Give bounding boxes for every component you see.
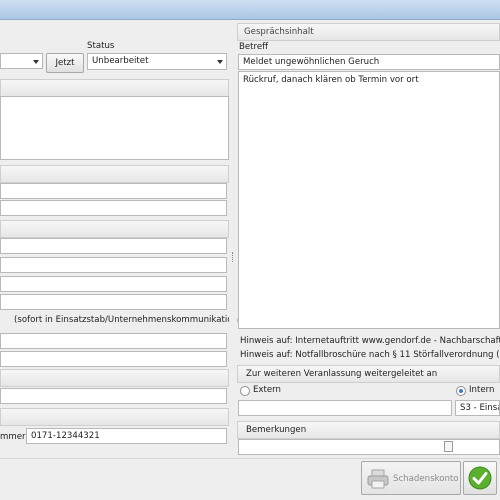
- radio-intern[interactable]: [456, 386, 466, 396]
- panel-header-2: [0, 165, 229, 183]
- field-3b[interactable]: [0, 257, 227, 273]
- remarks-input[interactable]: [238, 439, 500, 455]
- window-titlebar: [0, 0, 500, 20]
- radio-extern-label: Extern: [253, 385, 282, 395]
- intern-select-value: S3 - Einsat: [460, 403, 499, 413]
- radio-extern[interactable]: [240, 386, 250, 396]
- field-4a[interactable]: [0, 333, 227, 349]
- status-select[interactable]: Unbearbeitet: [87, 53, 227, 70]
- section-title: Gesprächsinhalt: [244, 27, 314, 37]
- content-text: Rückruf, danach klären ob Termin vor ort: [243, 75, 419, 85]
- panel-header-6: [0, 408, 229, 426]
- hint-notfallbroschuere: Hinweis auf: Notfallbroschüre nach § 11 …: [240, 350, 500, 360]
- status-label: Status: [87, 41, 115, 51]
- forward-header: Zur weiteren Veranlassung weitergeleitet…: [237, 365, 500, 383]
- phone-value: 0171-12344321: [31, 431, 100, 441]
- phone-label: mmer: [0, 432, 26, 442]
- text-cursor-icon: [444, 441, 453, 452]
- einsatzstab-hint: (sofort in Einsatzstab/Unternehmenskommu…: [14, 315, 242, 325]
- field-2a[interactable]: [0, 183, 227, 199]
- remarks-header: Bemerkungen: [237, 421, 500, 439]
- schadenskonto-button[interactable]: Schadenskonto: [361, 461, 461, 495]
- betreff-input[interactable]: Meldet ungewöhnlichen Geruch: [238, 54, 500, 70]
- field-5a[interactable]: [0, 388, 227, 404]
- field-3d[interactable]: [0, 294, 227, 310]
- field-3a[interactable]: [0, 238, 227, 254]
- remarks-title: Bemerkungen: [246, 425, 307, 435]
- phone-field[interactable]: 0171-12344321: [26, 428, 227, 444]
- status-value: Unbearbeitet: [92, 56, 149, 66]
- radio-intern-label: Intern: [469, 385, 495, 395]
- splitter-handle[interactable]: [229, 20, 237, 460]
- printer-icon: [367, 469, 389, 489]
- gespraechsinhalt-header: Gesprächsinhalt: [237, 23, 500, 41]
- intern-select[interactable]: S3 - Einsat: [455, 400, 500, 416]
- field-3c[interactable]: [0, 276, 227, 292]
- content-textarea[interactable]: Rückruf, danach klären ob Termin vor ort: [238, 71, 500, 329]
- hint-internetauftritt: Hinweis auf: Internetauftritt www.gendor…: [240, 336, 500, 346]
- field-4b[interactable]: [0, 351, 227, 367]
- extern-input[interactable]: [238, 400, 452, 416]
- confirm-button[interactable]: [463, 461, 497, 495]
- field-2b[interactable]: [0, 200, 227, 216]
- betreff-label: Betreff: [239, 42, 269, 52]
- textarea-1[interactable]: [0, 96, 229, 160]
- chevron-down-icon: [217, 60, 223, 64]
- date-time-field[interactable]: [0, 53, 43, 69]
- chevron-down-icon: [33, 60, 39, 64]
- jetzt-button[interactable]: Jetzt: [46, 53, 84, 73]
- checkmark-icon: [468, 466, 492, 490]
- schadenskonto-label: Schadenskonto: [393, 474, 459, 484]
- panel-header-5: [0, 369, 229, 387]
- panel-header-1: [0, 79, 229, 97]
- forward-title: Zur weiteren Veranlassung weitergeleitet…: [246, 369, 438, 379]
- panel-header-3: [0, 220, 229, 238]
- betreff-value: Meldet ungewöhnlichen Geruch: [243, 57, 380, 67]
